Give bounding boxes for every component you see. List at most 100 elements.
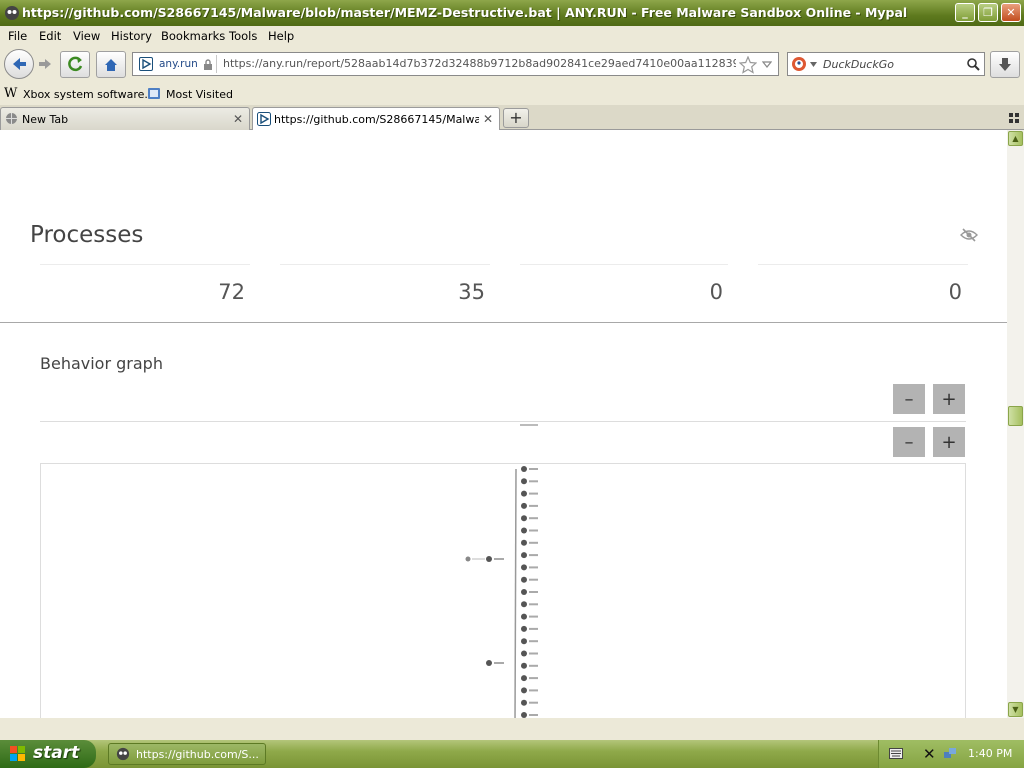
stat-divider xyxy=(520,264,728,265)
scroll-thumb[interactable] xyxy=(1008,406,1023,426)
process-node xyxy=(521,490,527,497)
menu-file[interactable]: File xyxy=(8,29,27,43)
status-bar xyxy=(0,718,1024,740)
process-tree-trunk xyxy=(514,468,517,718)
process-node xyxy=(521,699,527,706)
scroll-down-button[interactable]: ▼ xyxy=(1008,702,1023,717)
process-tree-graph[interactable] xyxy=(41,464,965,718)
search-engine-dropdown-icon[interactable] xyxy=(810,62,817,67)
process-node-label xyxy=(529,578,538,581)
zoom-in-button[interactable]: + xyxy=(933,427,965,457)
process-node xyxy=(521,687,527,694)
window-title: https://github.com/S28667145/Malware/blo… xyxy=(22,5,908,20)
vertical-scrollbar[interactable]: ▲ ▼ xyxy=(1007,130,1024,718)
process-node xyxy=(521,552,527,559)
back-button[interactable] xyxy=(4,49,34,79)
search-icon[interactable] xyxy=(966,57,980,71)
process-node-label xyxy=(529,652,538,655)
restore-button[interactable]: ❐ xyxy=(978,3,998,22)
anyrun-favicon-icon xyxy=(139,57,153,71)
close-window-button[interactable]: ✕ xyxy=(1001,3,1021,22)
stat-divider xyxy=(40,264,250,265)
address-bar[interactable]: any.run https://any.run/report/528aab14d… xyxy=(132,52,779,76)
stat-divider xyxy=(758,264,968,265)
process-node-label xyxy=(529,627,538,630)
mypal-app-icon xyxy=(116,747,130,761)
downloads-button[interactable] xyxy=(990,51,1020,78)
processes-title: Processes xyxy=(30,222,144,248)
process-node-label xyxy=(529,517,538,520)
tab-github-anyrun[interactable]: https://github.com/S28667145/Malware/...… xyxy=(252,107,500,131)
menu-history[interactable]: History xyxy=(111,29,152,43)
mypal-app-icon xyxy=(5,6,19,20)
process-node-label xyxy=(529,529,538,532)
behavior-graph-canvas[interactable] xyxy=(40,463,966,718)
hide-eye-icon[interactable] xyxy=(960,228,978,242)
menu-bar: File Edit View History Bookmarks Tools H… xyxy=(0,26,1024,47)
tab-new-tab[interactable]: New Tab ✕ xyxy=(0,107,250,130)
forward-button[interactable] xyxy=(36,55,54,76)
process-node-label xyxy=(529,504,538,507)
reload-icon xyxy=(68,56,83,72)
menu-view[interactable]: View xyxy=(73,29,100,43)
anyrun-favicon-icon xyxy=(257,112,271,126)
process-node-label xyxy=(494,558,504,560)
process-node-label xyxy=(529,701,538,704)
bookmark-xbox[interactable]: Xbox system software... xyxy=(23,88,155,101)
process-node-label xyxy=(529,640,538,643)
section-divider xyxy=(0,322,1007,323)
site-identity-button[interactable]: any.run xyxy=(135,55,217,73)
search-bar[interactable]: DuckDuckGo xyxy=(787,52,985,76)
bookmarks-toolbar: W Xbox system software... Most Visited xyxy=(0,83,1024,105)
process-node xyxy=(521,515,527,522)
processes-suspicious-count: 0 xyxy=(948,280,962,304)
list-all-tabs-icon[interactable] xyxy=(1009,113,1019,123)
tab-strip: New Tab ✕ https://github.com/S28667145/M… xyxy=(0,105,1024,131)
zoom-out-button[interactable]: – xyxy=(893,384,925,414)
download-arrow-icon xyxy=(999,58,1011,71)
windows-flag-icon xyxy=(10,746,25,761)
process-node xyxy=(521,478,527,485)
process-node-label xyxy=(529,591,538,593)
process-node-label xyxy=(529,615,538,618)
process-node xyxy=(521,466,527,472)
process-node xyxy=(521,675,527,682)
home-button[interactable] xyxy=(96,51,126,78)
url-dropdown-icon[interactable] xyxy=(762,61,772,68)
site-domain: any.run xyxy=(159,58,198,70)
start-button[interactable]: start xyxy=(0,740,96,768)
process-node xyxy=(521,650,527,657)
tab-close-icon[interactable]: ✕ xyxy=(483,112,493,126)
tab-close-icon[interactable]: ✕ xyxy=(233,112,243,126)
taskbar-clock: 1:40 PM xyxy=(968,747,1013,760)
lock-icon xyxy=(204,59,212,70)
bookmark-most-visited[interactable]: Most Visited xyxy=(166,88,233,101)
menu-tools[interactable]: Tools xyxy=(229,29,257,43)
bookmark-star-icon[interactable] xyxy=(739,56,757,74)
taskbar-browser-item[interactable]: https://github.com/S... xyxy=(108,743,266,765)
process-node xyxy=(521,564,527,571)
scroll-up-button[interactable]: ▲ xyxy=(1008,131,1023,146)
reload-button[interactable] xyxy=(60,51,90,78)
process-node xyxy=(521,625,527,632)
minimize-button[interactable]: _ xyxy=(955,3,975,22)
process-node-label xyxy=(529,603,538,606)
process-node-label xyxy=(529,468,538,470)
home-icon xyxy=(105,59,117,71)
windows-taskbar: start https://github.com/S... ✕ 1:40 PM xyxy=(0,740,1024,768)
zoom-out-button[interactable]: – xyxy=(893,427,925,457)
x-tray-icon[interactable]: ✕ xyxy=(923,745,936,763)
network-icon[interactable] xyxy=(943,746,957,760)
menu-bookmarks[interactable]: Bookmarks xyxy=(161,29,225,43)
tab-label: https://github.com/S28667145/Malware/... xyxy=(274,113,479,126)
mini-graph-node xyxy=(520,424,538,426)
new-tab-button[interactable]: + xyxy=(503,108,529,128)
process-node-label xyxy=(529,714,538,716)
zoom-in-button[interactable]: + xyxy=(933,384,965,414)
keyboard-icon[interactable] xyxy=(889,748,903,759)
menu-edit[interactable]: Edit xyxy=(39,29,61,43)
process-node-label xyxy=(529,664,538,667)
duckduckgo-engine-icon[interactable] xyxy=(791,56,807,72)
behavior-graph-title: Behavior graph xyxy=(40,354,163,373)
menu-help[interactable]: Help xyxy=(268,29,294,43)
